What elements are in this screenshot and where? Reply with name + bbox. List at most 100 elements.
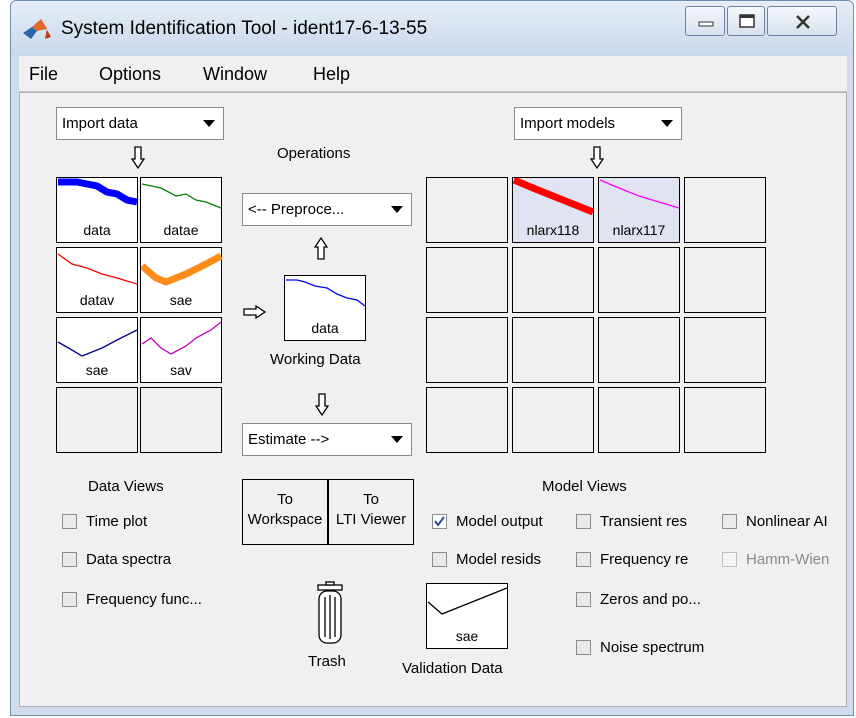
checkbox-box[interactable] bbox=[62, 552, 77, 567]
data-icon-sav[interactable]: sav bbox=[140, 317, 222, 383]
model-slot-empty[interactable] bbox=[426, 387, 508, 453]
model-slot-empty[interactable] bbox=[598, 317, 680, 383]
checkbox-box[interactable] bbox=[62, 514, 77, 529]
checkbox-box[interactable] bbox=[576, 552, 591, 567]
model-slot-empty[interactable] bbox=[684, 317, 766, 383]
trace-nlarx117 bbox=[599, 179, 680, 209]
icon-label-data: data bbox=[83, 222, 111, 238]
data-slot-empty[interactable] bbox=[56, 387, 138, 453]
menu-help[interactable]: Help bbox=[313, 64, 350, 85]
icon-label-sae: sae bbox=[169, 292, 193, 308]
checkbox-box[interactable] bbox=[722, 552, 737, 567]
validation-data-name: sae bbox=[455, 628, 479, 644]
model-slot-empty[interactable] bbox=[598, 247, 680, 313]
button-label: Workspace bbox=[247, 511, 323, 528]
import-data-dropdown[interactable]: Import data bbox=[56, 107, 224, 140]
model-icon-nlarx118[interactable]: nlarx118 bbox=[512, 177, 595, 243]
trace-data bbox=[58, 178, 138, 206]
close-icon bbox=[796, 15, 810, 29]
checkbox-box[interactable] bbox=[432, 514, 447, 529]
chevron-down-icon bbox=[391, 436, 403, 443]
data-icon-datae[interactable]: datae bbox=[140, 177, 222, 243]
trace-sae bbox=[57, 329, 138, 357]
model-slot-empty[interactable] bbox=[684, 177, 766, 243]
model-slot-empty[interactable] bbox=[598, 387, 680, 453]
import-data-label: Import data bbox=[62, 115, 138, 132]
checkbox-label: Nonlinear AI bbox=[746, 513, 828, 530]
checkbox-box[interactable] bbox=[576, 592, 591, 607]
operations-title: Operations bbox=[277, 145, 351, 162]
trace-nlarx118 bbox=[513, 178, 595, 216]
arrow-down-icon bbox=[315, 393, 329, 417]
checkbox-box[interactable] bbox=[576, 514, 591, 529]
chevron-down-icon bbox=[661, 120, 673, 127]
title-bar[interactable]: System Identification Tool - ident17-6-1… bbox=[11, 1, 853, 56]
checkbox-label: Data spectra bbox=[86, 551, 172, 568]
checkbox-label: Frequency re bbox=[600, 551, 689, 568]
checkbox-box[interactable] bbox=[62, 592, 77, 607]
trace-sae-thick bbox=[141, 252, 223, 286]
checkbox-label: Noise spectrum bbox=[600, 639, 705, 656]
import-models-dropdown[interactable]: Import models bbox=[514, 107, 682, 140]
model-slot-empty[interactable] bbox=[512, 387, 594, 453]
preprocess-dropdown[interactable]: <-- Preproce... bbox=[242, 193, 412, 226]
preprocess-label: <-- Preproce... bbox=[248, 201, 345, 218]
data-icon-data[interactable]: data bbox=[56, 177, 138, 243]
model-slot-empty[interactable] bbox=[684, 247, 766, 313]
button-label: LTI Viewer bbox=[335, 511, 407, 528]
menu-window[interactable]: Window bbox=[203, 64, 267, 85]
working-data-name: data bbox=[311, 320, 339, 336]
menu-options[interactable]: Options bbox=[99, 64, 161, 85]
menu-bar: File Options Window Help bbox=[19, 56, 847, 92]
checkbox-nonlinear-arx[interactable]: Nonlinear AI bbox=[722, 512, 846, 534]
checkmark-icon bbox=[434, 516, 445, 527]
checkbox-label: Time plot bbox=[86, 513, 148, 530]
menu-file[interactable]: File bbox=[29, 64, 58, 85]
maximize-button[interactable] bbox=[727, 6, 765, 36]
model-icon-nlarx117[interactable]: nlarx117 bbox=[598, 177, 680, 243]
button-label: To bbox=[363, 491, 379, 508]
to-lti-viewer-button[interactable]: To LTI Viewer bbox=[328, 479, 414, 545]
validation-data-icon[interactable]: sae bbox=[426, 583, 508, 649]
checkbox-box[interactable] bbox=[432, 552, 447, 567]
model-slot-empty[interactable] bbox=[426, 247, 508, 313]
import-models-label: Import models bbox=[520, 115, 616, 132]
minimize-button[interactable] bbox=[685, 6, 725, 36]
estimate-dropdown[interactable]: Estimate --> bbox=[242, 423, 412, 456]
checkbox-label: Hamm-Wien bbox=[746, 551, 830, 568]
data-slot-empty[interactable] bbox=[140, 387, 222, 453]
matlab-logo-icon bbox=[23, 19, 51, 39]
maximize-icon bbox=[739, 14, 755, 28]
checkbox-hamm-wiener[interactable]: Hamm-Wien bbox=[722, 550, 846, 572]
data-icon-datav[interactable]: datav bbox=[56, 247, 138, 313]
model-slot-empty[interactable] bbox=[512, 247, 594, 313]
checkbox-box[interactable] bbox=[722, 514, 737, 529]
working-data-label: Working Data bbox=[270, 351, 361, 368]
working-data-icon[interactable]: data bbox=[284, 275, 366, 341]
data-icon-sae-thick[interactable]: sae bbox=[140, 247, 223, 313]
trace-sav bbox=[141, 321, 222, 355]
arrow-down-icon bbox=[590, 146, 604, 170]
trash-icon[interactable] bbox=[314, 581, 346, 645]
model-views-label: Model Views bbox=[542, 478, 627, 495]
minimize-icon bbox=[698, 21, 714, 27]
model-slot-empty[interactable] bbox=[512, 317, 594, 383]
data-icon-sae[interactable]: sae bbox=[56, 317, 138, 383]
chevron-down-icon bbox=[391, 206, 403, 213]
checkbox-label: Model output bbox=[456, 513, 543, 530]
icon-label-datae: datae bbox=[163, 222, 199, 238]
icon-label-sae-2: sae bbox=[85, 362, 109, 378]
model-slot-empty[interactable] bbox=[684, 387, 766, 453]
chevron-down-icon bbox=[203, 120, 215, 127]
main-panel: Import data data datae datav sae sae sav bbox=[19, 92, 847, 707]
trash-label: Trash bbox=[308, 653, 346, 670]
model-slot-empty[interactable] bbox=[426, 317, 508, 383]
trace-validation bbox=[427, 587, 508, 615]
model-slot-empty[interactable] bbox=[426, 177, 508, 243]
estimate-label: Estimate --> bbox=[248, 431, 330, 448]
icon-label-nlarx118: nlarx118 bbox=[526, 222, 580, 238]
close-button[interactable] bbox=[767, 6, 837, 36]
icon-label-sav: sav bbox=[170, 362, 192, 378]
checkbox-box[interactable] bbox=[576, 640, 591, 655]
to-workspace-button[interactable]: To Workspace bbox=[242, 479, 328, 545]
